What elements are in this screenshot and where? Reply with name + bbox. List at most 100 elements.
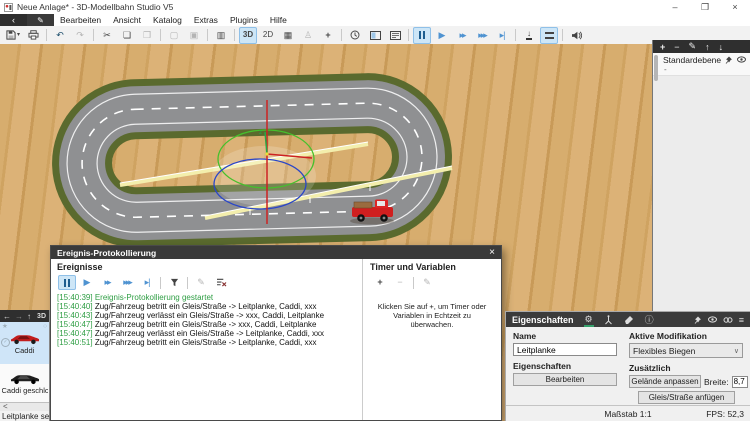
event-log-close-button[interactable]: × xyxy=(489,247,495,258)
redo-button[interactable]: ↷ xyxy=(71,27,89,44)
layer-item-standardebene[interactable]: Standardebene - xyxy=(653,53,750,76)
catalog-up-button[interactable]: ↑ xyxy=(27,312,31,321)
layers-toolbar: + − ✎ ↑ ↓ xyxy=(653,40,750,53)
paste-button[interactable]: ❒ xyxy=(138,27,156,44)
edit-mode-button[interactable]: ✎ xyxy=(27,14,54,26)
menu-ansicht[interactable]: Ansicht xyxy=(107,14,147,26)
snap-ground-button[interactable]: ↓ xyxy=(520,27,538,44)
layers-button[interactable]: ▥ xyxy=(212,27,230,44)
text-panel-button[interactable] xyxy=(386,27,404,44)
minimize-button[interactable]: – xyxy=(660,0,690,14)
favorite-star-icon[interactable]: ★ xyxy=(2,324,8,331)
properties-tabs: ⚙ ⓘ xyxy=(584,312,655,327)
menu-extras[interactable]: Extras xyxy=(188,14,224,26)
timer-add-button[interactable]: + xyxy=(371,275,389,290)
app-icon xyxy=(4,3,13,12)
menu-bearbeiten[interactable]: Bearbeiten xyxy=(54,14,107,26)
pause-button[interactable] xyxy=(413,27,431,44)
catalog-nav: ← → ↑ 3D xyxy=(0,310,49,322)
tab-transform[interactable] xyxy=(603,312,614,327)
catalog-item-label: Caddi geschlosse... xyxy=(2,386,48,395)
active-modification-select[interactable]: Flexibles Biegen ∨ xyxy=(629,343,743,358)
event-log-titlebar[interactable]: Ereignis-Protokollierung × xyxy=(51,246,501,259)
skip-end-button[interactable]: ▸| xyxy=(493,27,511,44)
log-clear-button[interactable] xyxy=(212,275,230,290)
save-button[interactable]: ▾ xyxy=(4,27,22,44)
pin-icon[interactable] xyxy=(725,56,733,64)
bearbeiten-button[interactable]: Bearbeiten xyxy=(513,373,617,386)
close-button[interactable]: × xyxy=(720,0,750,14)
fastest-forward-button[interactable]: ▸▸▸ xyxy=(473,27,491,44)
vehicle-caddi[interactable] xyxy=(350,200,394,225)
log-edit-button[interactable]: ✎ xyxy=(192,275,210,290)
layer-down-button[interactable]: ↓ xyxy=(719,42,724,52)
select-move-button[interactable]: ▣ xyxy=(185,27,203,44)
tab-paint[interactable] xyxy=(623,312,635,327)
figure-view-button[interactable]: ♙ xyxy=(299,27,317,44)
fast-forward-button[interactable]: ▸▸ xyxy=(453,27,471,44)
eye-icon[interactable] xyxy=(708,316,717,323)
timer-remove-button[interactable]: − xyxy=(391,275,409,290)
catalog-item-caddi-geschlossen[interactable]: Caddi geschlosse... xyxy=(0,364,49,402)
breite-label: Breite: xyxy=(704,377,729,387)
variant-circle-icon[interactable]: ○ xyxy=(43,324,47,331)
statusbar-right: Maßstab 1:1 FPS: 52,3 xyxy=(506,405,750,421)
layer-remove-button[interactable]: − xyxy=(674,42,679,52)
scale-indicator: Maßstab 1:1 xyxy=(604,409,651,419)
catalog-item-caddi[interactable]: ★ ○ ✓ Caddi xyxy=(0,322,49,364)
sound-button[interactable] xyxy=(567,27,585,44)
layer-up-button[interactable]: ↑ xyxy=(705,42,710,52)
catalog-back-button[interactable]: ← xyxy=(3,312,11,321)
grid-button[interactable]: ▦ xyxy=(279,27,297,44)
event-log-list[interactable]: [15:40:39] Ereignis-Protokollierung gest… xyxy=(57,293,356,347)
tab-info[interactable]: ⓘ xyxy=(644,312,655,327)
log-fastest-forward-button[interactable]: ▸▸▸ xyxy=(118,275,136,290)
chevron-down-icon: ∨ xyxy=(734,347,739,355)
play-button[interactable]: ▶ xyxy=(433,27,451,44)
log-fast-forward-button[interactable]: ▸▸ xyxy=(98,275,116,290)
copy-button[interactable]: ❏ xyxy=(118,27,136,44)
menu-icon[interactable]: ≡ xyxy=(739,315,744,325)
properties-panel: Eigenschaften ⚙ ⓘ xyxy=(505,311,750,421)
cut-button[interactable]: ✂ xyxy=(98,27,116,44)
layers-scrollbar[interactable] xyxy=(654,55,658,81)
log-skip-end-button[interactable]: ▸| xyxy=(138,275,156,290)
gelaende-anpassen-button[interactable]: Gelände anpassen xyxy=(629,375,701,388)
log-pause-button[interactable] xyxy=(58,275,76,290)
event-log-panel-button[interactable] xyxy=(366,27,384,44)
catalog-3d-toggle[interactable]: 3D xyxy=(37,313,46,320)
gleis-anfuegen-button[interactable]: Gleis/Straße anfügen xyxy=(638,391,735,404)
back-button[interactable]: ‹ xyxy=(0,14,27,26)
select-rect-button[interactable]: ▢ xyxy=(165,27,183,44)
svg-text:z: z xyxy=(259,130,262,136)
tab-settings[interactable]: ⚙ xyxy=(584,312,594,327)
log-filter-button[interactable] xyxy=(165,275,183,290)
align-button[interactable] xyxy=(540,27,558,44)
link-icon[interactable] xyxy=(723,316,733,324)
pin-icon[interactable] xyxy=(694,316,702,324)
log-play-button[interactable]: ▶ xyxy=(78,275,96,290)
menu-hilfe[interactable]: Hilfe xyxy=(264,14,293,26)
catalog-collapse-button[interactable]: < xyxy=(0,402,49,411)
eye-icon[interactable] xyxy=(737,56,746,63)
view-2d-button[interactable]: 2D xyxy=(259,27,277,44)
menu-plugins[interactable]: Plugins xyxy=(224,14,264,26)
event-log-panel-icon xyxy=(370,31,381,40)
add-object-button[interactable]: + xyxy=(319,27,337,44)
name-input[interactable] xyxy=(513,343,617,356)
view-3d-button[interactable]: 3D xyxy=(239,27,257,44)
layer-add-button[interactable]: + xyxy=(660,42,665,52)
toolbar-separator xyxy=(187,277,188,289)
layer-edit-button[interactable]: ✎ xyxy=(689,41,697,52)
timer-edit-button[interactable]: ✎ xyxy=(418,275,436,290)
restore-button[interactable]: ❐ xyxy=(690,0,720,14)
print-button[interactable] xyxy=(24,27,42,44)
catalog-forward-button[interactable]: → xyxy=(15,312,23,321)
breite-input[interactable] xyxy=(732,376,748,388)
clock-button[interactable] xyxy=(346,27,364,44)
log-entry: [15:40:47] Zug/Fahrzeug verlässt ein Gle… xyxy=(57,329,356,338)
brush-icon: ✎ xyxy=(37,16,44,25)
undo-button[interactable]: ↶ xyxy=(51,27,69,44)
toolbar-separator xyxy=(515,29,516,41)
menu-katalog[interactable]: Katalog xyxy=(147,14,188,26)
